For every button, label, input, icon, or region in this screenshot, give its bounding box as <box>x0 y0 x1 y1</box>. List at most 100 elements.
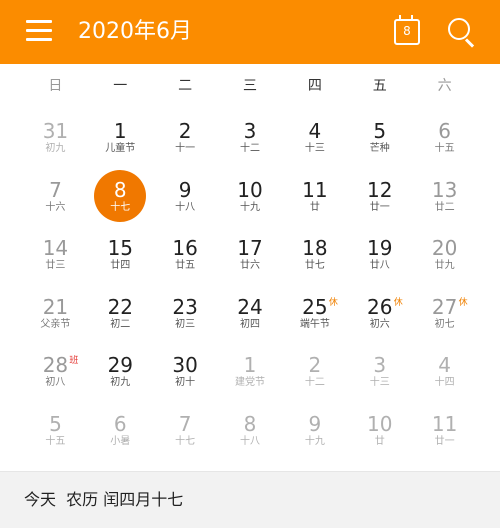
day-lunar: 十九 <box>240 201 260 213</box>
weekday-wednesday: 三 <box>243 78 257 94</box>
day-lunar: 廿三 <box>45 260 66 271</box>
day-lunar: 十八 <box>240 435 260 447</box>
day-cell[interactable]: 24 初四 <box>218 284 283 343</box>
week-row: 21 父亲节 22 初二 23 初三 24 初四 25 端午节休 26 初六休 27 初七休 <box>23 284 477 343</box>
day-cell[interactable]: 8 十八 <box>218 401 283 460</box>
day-cell[interactable]: 3 十三 <box>347 342 412 401</box>
day-cell[interactable]: 20 廿九 <box>412 225 477 284</box>
month-grid: 31 初九 1 儿童节 2 十一 3 十二 4 十三 5 芒种 6 十五 7 十六 8 十七 9 十八 10 十九 11 廿 1… <box>0 108 500 459</box>
day-number: 5 <box>49 411 62 436</box>
day-cell[interactable]: 25 端午节休 <box>282 284 347 343</box>
day-number: 31 <box>42 119 69 143</box>
day-cell[interactable]: 10 廿 <box>347 401 412 460</box>
day-number: 6 <box>113 411 127 436</box>
day-cell[interactable]: 1 儿童节 <box>88 108 153 167</box>
weekday-saturday: 六 <box>437 78 452 94</box>
day-cell[interactable]: 22 初二 <box>88 284 153 343</box>
day-cell[interactable]: 12 廿一 <box>347 167 412 226</box>
day-cell[interactable]: 17 廿六 <box>218 225 283 284</box>
day-cell[interactable]: 2 十二 <box>282 342 347 401</box>
day-lunar: 十七 <box>110 201 131 213</box>
today-icon-number: 8 <box>403 24 411 38</box>
day-number: 4 <box>438 353 451 377</box>
day-cell[interactable]: 28 初八班 <box>23 342 88 401</box>
day-cell[interactable]: 15 廿四 <box>88 225 153 284</box>
day-cell[interactable]: 5 芒种 <box>347 108 412 167</box>
day-lunar: 十四 <box>434 377 455 388</box>
day-lunar: 父亲节 <box>40 318 71 330</box>
day-number: 5 <box>373 119 387 143</box>
workday-badge: 班 <box>69 356 79 366</box>
week-row: 31 初九 1 儿童节 2 十一 3 十二 4 十三 5 芒种 6 十五 <box>23 108 477 167</box>
day-cell[interactable]: 21 父亲节 <box>23 284 88 343</box>
day-cell[interactable]: 31 初九 <box>23 108 88 167</box>
day-lunar: 廿四 <box>110 260 131 271</box>
day-lunar: 初二 <box>110 318 131 330</box>
day-cell[interactable]: 2 十一 <box>153 108 218 167</box>
day-cell[interactable]: 4 十三 <box>282 108 347 167</box>
day-cell[interactable]: 18 廿七 <box>282 225 347 284</box>
day-number: 14 <box>42 236 69 260</box>
day-cell[interactable]: 3 十二 <box>218 108 283 167</box>
day-number: 4 <box>308 119 322 143</box>
day-lunar: 初六 <box>369 318 390 330</box>
day-cell[interactable]: 23 初三 <box>153 284 218 343</box>
day-cell[interactable]: 9 十九 <box>282 401 347 460</box>
weekday-header: 日 一 二 三 四 五 六 <box>0 70 500 102</box>
day-cell[interactable]: 14 廿三 <box>23 225 88 284</box>
day-number: 2 <box>178 119 192 143</box>
weekday-monday: 一 <box>113 78 128 94</box>
day-number: 1 <box>243 353 257 377</box>
day-cell[interactable]: 10 十九 <box>218 167 283 226</box>
day-lunar: 十三 <box>304 143 325 154</box>
today-calendar-icon[interactable]: 8 <box>393 15 421 45</box>
day-number: 2 <box>308 353 322 377</box>
search-icon[interactable] <box>446 16 476 48</box>
day-cell[interactable]: 6 十五 <box>412 108 477 167</box>
day-lunar: 十七 <box>175 435 196 447</box>
menu-icon[interactable] <box>26 20 52 42</box>
day-lunar: 廿 <box>309 201 320 213</box>
weekday-friday: 五 <box>372 78 387 94</box>
day-cell[interactable]: 16 廿五 <box>153 225 218 284</box>
day-lunar: 廿七 <box>304 260 325 271</box>
day-number: 24 <box>237 294 263 319</box>
weekday-sunday: 日 <box>48 78 63 94</box>
day-cell[interactable]: 6 小暑 <box>88 401 153 460</box>
day-cell[interactable]: 4 十四 <box>412 342 477 401</box>
day-cell[interactable]: 27 初七休 <box>412 284 477 343</box>
day-number: 30 <box>172 353 198 377</box>
day-cell[interactable]: 30 初十 <box>153 342 218 401</box>
week-row: 5 十五 6 小暑 7 十七 8 十八 9 十九 10 廿 11 廿一 <box>23 401 477 460</box>
day-cell[interactable]: 9 十八 <box>153 167 218 226</box>
day-number: 16 <box>172 236 198 260</box>
day-cell[interactable]: 11 廿 <box>282 167 347 226</box>
day-lunar: 小暑 <box>110 435 131 447</box>
day-lunar: 十五 <box>434 143 455 154</box>
day-cell[interactable]: 7 十六 <box>23 167 88 226</box>
day-number: 11 <box>431 411 458 436</box>
month-title[interactable]: 2020年6月 <box>78 14 192 50</box>
day-cell[interactable]: 7 十七 <box>153 401 218 460</box>
day-cell-today[interactable]: 8 十七 <box>88 167 153 226</box>
day-lunar: 初八 <box>45 377 66 388</box>
day-cell[interactable]: 5 十五 <box>23 401 88 460</box>
day-cell[interactable]: 1 建党节 <box>218 342 283 401</box>
day-lunar: 端午节 <box>299 318 330 330</box>
day-lunar: 初十 <box>175 377 196 388</box>
day-lunar: 十九 <box>304 435 325 447</box>
day-cell[interactable]: 29 初九 <box>88 342 153 401</box>
app-header: 2020年6月 8 <box>0 0 500 64</box>
day-lunar: 廿八 <box>369 260 390 271</box>
day-number: 7 <box>49 177 62 202</box>
day-lunar: 十二 <box>304 377 325 388</box>
day-number: 22 <box>107 294 134 319</box>
day-lunar: 初七 <box>434 318 455 330</box>
day-cell[interactable]: 19 廿八 <box>347 225 412 284</box>
day-number: 10 <box>367 411 393 436</box>
footer-bar: 今天 农历 闰四月十七 <box>0 471 500 528</box>
day-cell[interactable]: 11 廿一 <box>412 401 477 460</box>
day-cell[interactable]: 13 廿二 <box>412 167 477 226</box>
day-cell[interactable]: 26 初六休 <box>347 284 412 343</box>
day-number: 20 <box>431 236 458 260</box>
